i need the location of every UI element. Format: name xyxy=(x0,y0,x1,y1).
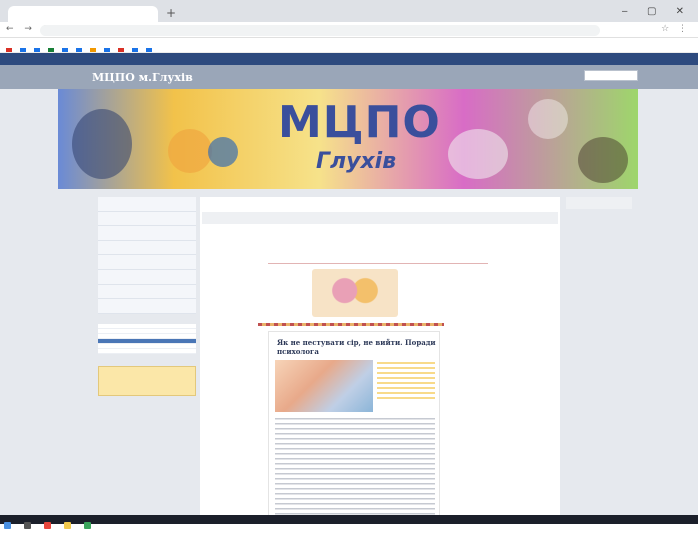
admin-bar xyxy=(0,53,698,65)
submenu xyxy=(98,323,196,354)
bookmark-item[interactable] xyxy=(132,45,140,52)
widget-item[interactable] xyxy=(99,391,195,395)
browser-icon[interactable] xyxy=(44,522,52,529)
app-icon[interactable] xyxy=(84,522,92,529)
bookmark-item[interactable] xyxy=(76,45,84,52)
main-menu xyxy=(98,197,196,314)
banner-flower xyxy=(528,99,568,139)
extension-icons[interactable]: ☆ ⋮ xyxy=(661,24,690,34)
widget-title xyxy=(99,367,195,375)
banner-telescope xyxy=(208,137,238,167)
sidebar-menu-item[interactable] xyxy=(98,226,196,241)
banner-child-figure xyxy=(448,129,508,179)
article-title: Як не пестувати сір, не вийти. Поради пс… xyxy=(277,338,436,356)
post-title-bar xyxy=(202,212,558,224)
sidebar-menu-item[interactable] xyxy=(98,285,196,300)
article-photo xyxy=(275,360,373,412)
illustration-image xyxy=(312,269,398,317)
banner-child-figure xyxy=(168,129,212,173)
bookmark-item[interactable] xyxy=(104,45,112,52)
left-sidebar xyxy=(98,197,196,515)
banner-subtitle: Глухів xyxy=(316,149,397,174)
browser-toolbar: ← → ⟳ ☆ ⋮ xyxy=(0,22,698,38)
site-header: МЦПО м.Глухів xyxy=(0,65,698,89)
sidebar-menu-item[interactable] xyxy=(98,255,196,270)
right-sidebar-title xyxy=(566,197,632,209)
sidebar-menu-item[interactable] xyxy=(98,270,196,285)
sidebar-submenu-item[interactable] xyxy=(98,349,196,354)
article-aside-text xyxy=(377,362,435,402)
bookmark-item[interactable] xyxy=(20,45,28,52)
bookmark-item[interactable] xyxy=(146,45,154,52)
bookmark-item[interactable] xyxy=(34,45,42,52)
start-icon[interactable] xyxy=(4,522,11,529)
info-widget xyxy=(98,365,196,396)
sidebar-menu-item[interactable] xyxy=(98,241,196,256)
header-banner: МЦПО Глухів xyxy=(58,89,638,189)
bookmark-item[interactable] xyxy=(118,45,126,52)
search-input[interactable] xyxy=(584,70,638,81)
bookmark-item[interactable] xyxy=(6,45,14,52)
sidebar-menu-item[interactable] xyxy=(98,299,196,314)
search-icon[interactable] xyxy=(24,522,32,529)
bookmark-item[interactable] xyxy=(90,45,98,52)
bookmark-item[interactable] xyxy=(62,45,70,52)
os-taskbar xyxy=(0,515,698,529)
banner-child-figure xyxy=(72,109,132,179)
decorative-divider xyxy=(258,323,444,326)
banner-child-figure xyxy=(578,137,628,183)
sidebar-menu-item[interactable] xyxy=(98,212,196,227)
sidebar-menu-item[interactable] xyxy=(98,197,196,212)
divider xyxy=(268,263,488,264)
new-tab-icon[interactable]: + xyxy=(166,6,176,20)
window-controls[interactable]: ‒ ▢ ✕ xyxy=(621,6,692,17)
site-title[interactable]: МЦПО м.Глухів xyxy=(92,71,193,84)
address-bar[interactable] xyxy=(40,25,600,36)
article-card: Як не пестувати сір, не вийти. Поради пс… xyxy=(268,331,440,515)
bookmarks-bar xyxy=(0,38,698,53)
banner-title: МЦПО xyxy=(278,97,441,148)
bookmark-item[interactable] xyxy=(48,45,56,52)
article-body-text xyxy=(275,418,435,515)
web-page: МЦПО м.Глухів МЦПО Глухів Як не пестуват… xyxy=(0,53,698,515)
folder-icon[interactable] xyxy=(64,522,72,529)
main-content: Як не пестувати сір, не вийти. Поради пс… xyxy=(200,197,560,515)
right-sidebar xyxy=(566,197,632,515)
